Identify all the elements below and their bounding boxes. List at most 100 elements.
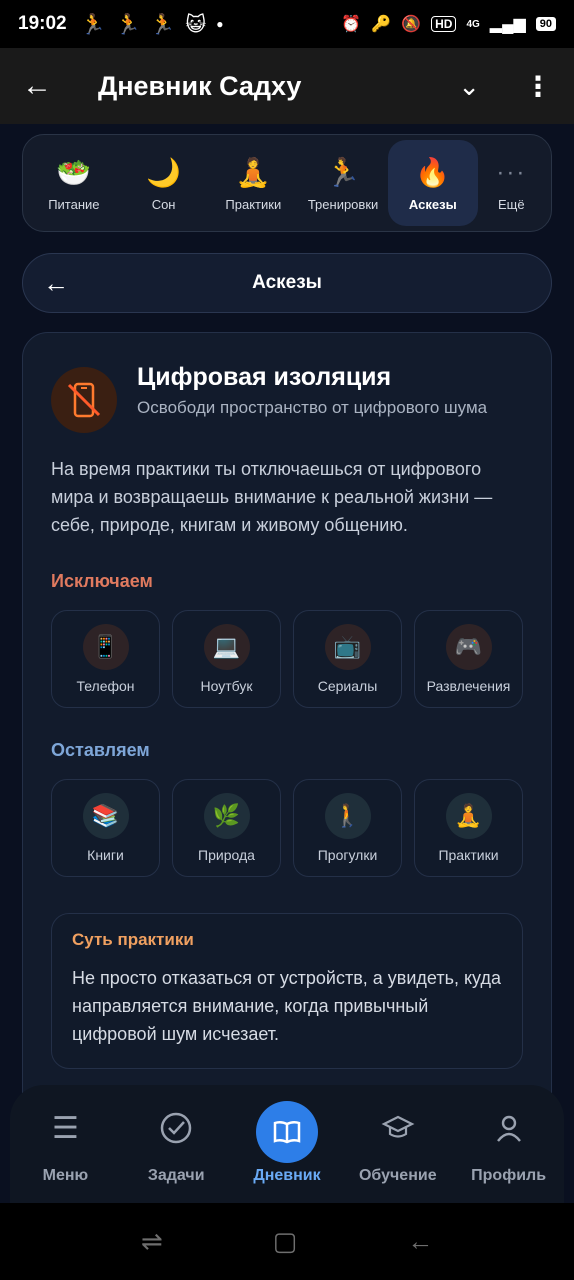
tile-label: Природа	[198, 847, 255, 863]
tile-label: Прогулки	[317, 847, 378, 863]
keep-tile-walks[interactable]: 🚶 Прогулки	[293, 779, 402, 877]
keep-title: Оставляем	[51, 740, 150, 760]
key-icon: 🔑	[371, 16, 392, 33]
category-more[interactable]: ··· Ещё	[478, 140, 545, 226]
walking-icon: 🚶	[324, 793, 371, 839]
leaf-icon: 🌿	[203, 793, 250, 839]
tile-label: Телефон	[76, 678, 135, 694]
section-title: Аскезы	[252, 272, 322, 293]
check-circle-icon	[159, 1097, 193, 1159]
nav-label: Меню	[42, 1167, 89, 1184]
back-arrow-icon[interactable]: ←	[43, 268, 83, 299]
category-label: Ещё	[498, 196, 525, 212]
system-back-icon[interactable]: ←	[407, 1226, 433, 1257]
books-icon: 📚	[82, 793, 129, 839]
category-nutrition[interactable]: 🥗 Питание	[29, 140, 119, 226]
emoji-icon: 😺	[185, 13, 207, 36]
practice-header-text: Цифровая изоляция Освободи пространство …	[137, 363, 487, 420]
keep-tile-practices[interactable]: 🧘 Практики	[414, 779, 523, 877]
exclude-tile-laptop[interactable]: 💻 Ноутбук	[172, 610, 281, 708]
more-dots-icon: ···	[496, 158, 527, 186]
tile-label: Ноутбук	[200, 678, 253, 694]
phone-icon: 📱	[82, 624, 129, 670]
laptop-icon: 💻	[203, 624, 250, 670]
back-arrow-icon[interactable]: ←	[22, 69, 62, 103]
graduation-cap-icon	[381, 1097, 415, 1159]
meditation-icon: 🧘	[445, 793, 492, 839]
moon-icon: 🌙	[146, 156, 182, 188]
hd-badge: HD	[431, 16, 457, 32]
activity-icon: 🏃	[80, 13, 106, 36]
practice-header: Цифровая изоляция Освободи пространство …	[51, 363, 523, 433]
mute-icon: 🔕	[401, 16, 422, 33]
gamepad-icon: 🎮	[445, 624, 492, 670]
alarm-icon: ⏰	[341, 16, 362, 33]
category-strip: 🥗 Питание 🌙 Сон 🧘 Практики 🏃 Тренировки …	[22, 134, 552, 232]
nav-learning[interactable]: Обучение	[342, 1097, 453, 1185]
tile-label: Развлечения	[426, 678, 511, 694]
tile-label: Сериалы	[317, 678, 378, 694]
dot-icon: ●	[216, 17, 224, 31]
tile-label: Книги	[87, 847, 124, 863]
category-ascetics[interactable]: 🔥 Аскезы	[387, 140, 478, 226]
keep-tile-books[interactable]: 📚 Книги	[51, 779, 160, 877]
nav-profile[interactable]: Профиль	[453, 1097, 564, 1185]
exclude-title: Исключаем	[51, 571, 153, 591]
nav-tasks[interactable]: Задачи	[121, 1097, 232, 1185]
recents-icon[interactable]: ⇌	[141, 1226, 163, 1257]
nav-label: Задачи	[147, 1167, 205, 1184]
category-label: Тренировки	[307, 196, 379, 212]
nav-diary[interactable]: Дневник	[232, 1097, 343, 1185]
section-header: ← Аскезы	[22, 253, 552, 313]
exclude-tile-phone[interactable]: 📱 Телефон	[51, 610, 160, 708]
app-bar: ← Дневник Садху ⌄ ⋮	[0, 48, 574, 124]
network-label: 4G	[466, 18, 480, 30]
exclude-tiles: 📱 Телефон 💻 Ноутбук 📺 Сериалы 🎮 Развлече…	[51, 610, 523, 708]
essence-box: Суть практики Не просто отказаться от ус…	[51, 913, 523, 1069]
signal-icon: ▂▄▆	[489, 16, 526, 33]
tile-label: Практики	[438, 847, 499, 863]
bottom-nav: ☰ Меню Задачи Дневник Обучение Профиль	[10, 1085, 564, 1203]
home-square-icon[interactable]: ▢	[273, 1226, 298, 1257]
no-phone-icon	[51, 367, 117, 433]
exclude-tile-series[interactable]: 📺 Сериалы	[293, 610, 402, 708]
status-right: ⏰ 🔑 🔕 HD 4G ▂▄▆ 90	[341, 14, 556, 34]
tv-icon: 📺	[324, 624, 371, 670]
status-time: 19:02	[18, 13, 67, 34]
essence-text: Не просто отказаться от устройств, а уви…	[72, 968, 501, 1044]
practice-title: Цифровая изоляция	[137, 363, 392, 391]
category-sleep[interactable]: 🌙 Сон	[119, 140, 209, 226]
practice-subtitle: Освободи пространство от цифрового шума	[137, 398, 488, 417]
bowl-icon: 🥗	[56, 156, 92, 188]
essence-title: Суть практики	[72, 930, 194, 949]
nav-menu[interactable]: ☰ Меню	[10, 1097, 121, 1185]
category-label: Аскезы	[408, 196, 457, 212]
person-icon	[493, 1097, 525, 1159]
battery-level: 90	[535, 17, 556, 31]
app-title: Дневник Садху	[98, 70, 302, 101]
category-practices[interactable]: 🧘 Практики	[208, 140, 298, 226]
category-workouts[interactable]: 🏃 Тренировки	[298, 140, 388, 226]
more-vert-icon[interactable]: ⋮	[524, 70, 552, 103]
category-label: Сон	[151, 196, 176, 212]
nav-label: Профиль	[471, 1167, 547, 1184]
system-nav-bar: ⇌ ▢ ←	[0, 1203, 574, 1280]
practice-card: Цифровая изоляция Освободи пространство …	[22, 332, 552, 1132]
chevron-down-icon[interactable]: ⌄	[458, 71, 480, 102]
keep-tiles: 📚 Книги 🌿 Природа 🚶 Прогулки 🧘 Практики	[51, 779, 523, 877]
status-bar: 19:02 🏃 🏃 🏃 😺 ● ⏰ 🔑 🔕 HD 4G ▂▄▆ 90	[0, 0, 574, 48]
nav-label: Дневник	[253, 1167, 321, 1184]
menu-icon: ☰	[51, 1111, 79, 1145]
category-label: Питание	[48, 196, 100, 212]
book-icon	[255, 1101, 318, 1163]
category-label: Практики	[225, 196, 282, 212]
exclude-tile-entertainment[interactable]: 🎮 Развлечения	[414, 610, 523, 708]
nav-label: Обучение	[358, 1167, 437, 1184]
fire-icon: 🔥	[415, 156, 451, 188]
meditation-icon: 🧘	[235, 156, 271, 188]
activity-icon: 🏃	[115, 13, 141, 36]
practice-description: На время практики ты отключаешься от циф…	[51, 459, 493, 535]
keep-tile-nature[interactable]: 🌿 Природа	[172, 779, 281, 877]
activity-icon: 🏃	[150, 13, 176, 36]
running-icon: 🏃	[325, 156, 361, 188]
